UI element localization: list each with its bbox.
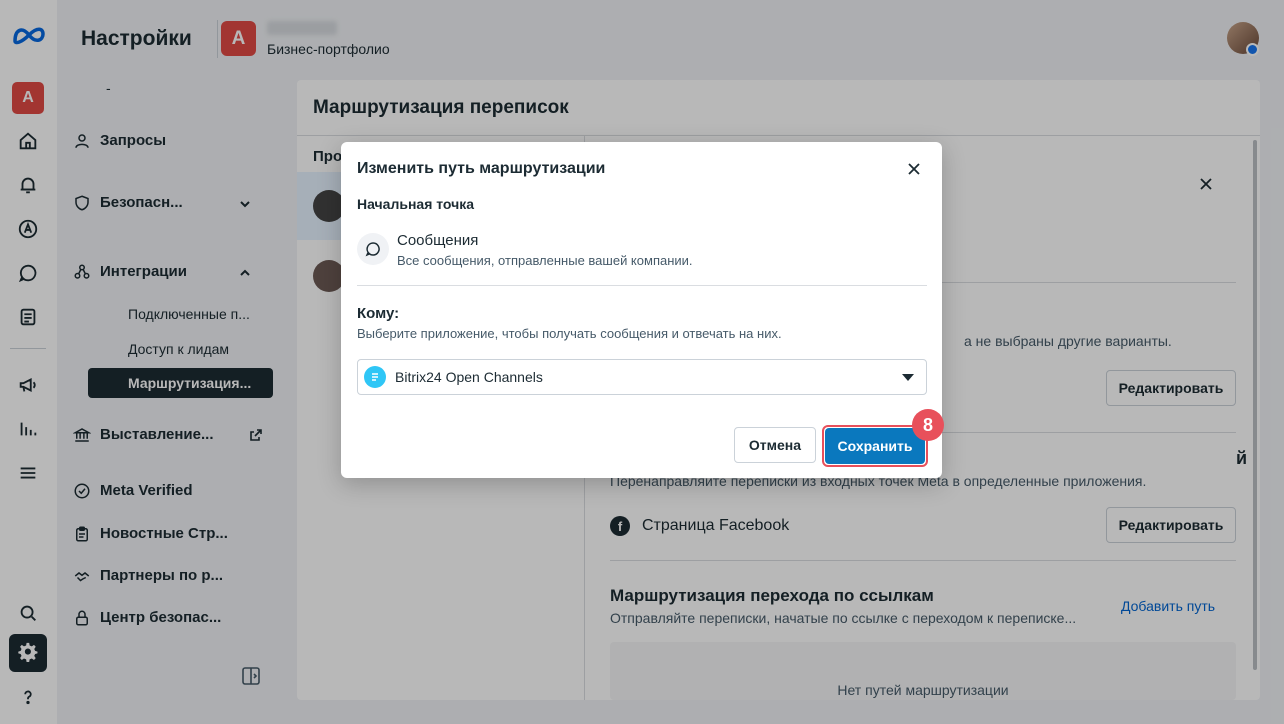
save-button[interactable]: Сохранить: [825, 428, 925, 464]
start-point-label: Начальная точка: [357, 196, 475, 212]
caret-down-icon: [902, 374, 914, 381]
destination-label: Кому:: [357, 305, 400, 322]
dialog-title: Изменить путь маршрутизации: [357, 160, 606, 177]
bitrix24-icon: [364, 366, 386, 388]
message-icon: [357, 233, 389, 265]
cancel-button[interactable]: Отмена: [734, 427, 816, 463]
destination-help: Выберите приложение, чтобы получать сооб…: [357, 326, 782, 341]
dialog-divider: [357, 285, 927, 286]
selected-app: Bitrix24 Open Channels: [395, 369, 543, 385]
close-icon[interactable]: [903, 158, 925, 180]
step-badge: 8: [912, 409, 944, 441]
start-point-description: Все сообщения, отправленные вашей компан…: [397, 253, 693, 268]
start-point-name: Сообщения: [397, 232, 479, 249]
edit-routing-dialog: Изменить путь маршрутизации Начальная то…: [341, 142, 944, 478]
app-select[interactable]: Bitrix24 Open Channels: [357, 359, 927, 395]
